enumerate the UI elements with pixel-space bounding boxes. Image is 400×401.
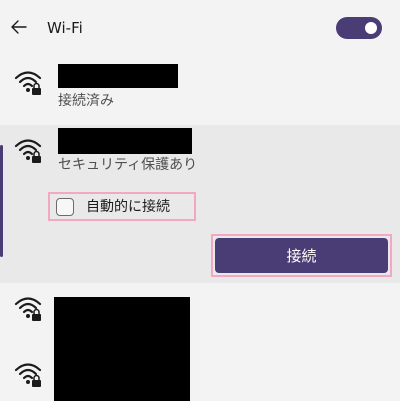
auto-connect-checkbox[interactable]: 自動的に接続 xyxy=(48,192,196,221)
selection-indicator xyxy=(0,145,3,257)
toggle-knob xyxy=(365,22,377,34)
network-item[interactable] xyxy=(0,288,400,344)
wifi-toggle[interactable] xyxy=(336,17,382,39)
auto-connect-label: 自動的に接続 xyxy=(86,198,170,215)
wifi-secured-icon xyxy=(14,139,42,163)
checkbox-box[interactable] xyxy=(56,197,74,216)
network-item[interactable] xyxy=(0,348,400,401)
network-name-redacted xyxy=(58,64,178,88)
page-title: Wi-Fi xyxy=(47,19,83,37)
network-name-redacted xyxy=(58,128,192,154)
back-button[interactable] xyxy=(6,14,32,40)
wifi-header: Wi-Fi xyxy=(0,0,400,56)
network-status: セキュリティ保護あり xyxy=(58,157,198,173)
network-item-connected[interactable]: 接続済み xyxy=(0,56,400,122)
connect-button[interactable]: 接続 xyxy=(215,238,388,273)
wifi-secured-icon xyxy=(14,71,42,95)
wifi-panel: Wi-Fi 接続済み セキュリティ保護あり 自動的に接続 接続 xyxy=(0,0,400,401)
back-arrow-icon xyxy=(11,20,27,34)
network-status: 接続済み xyxy=(58,93,114,109)
